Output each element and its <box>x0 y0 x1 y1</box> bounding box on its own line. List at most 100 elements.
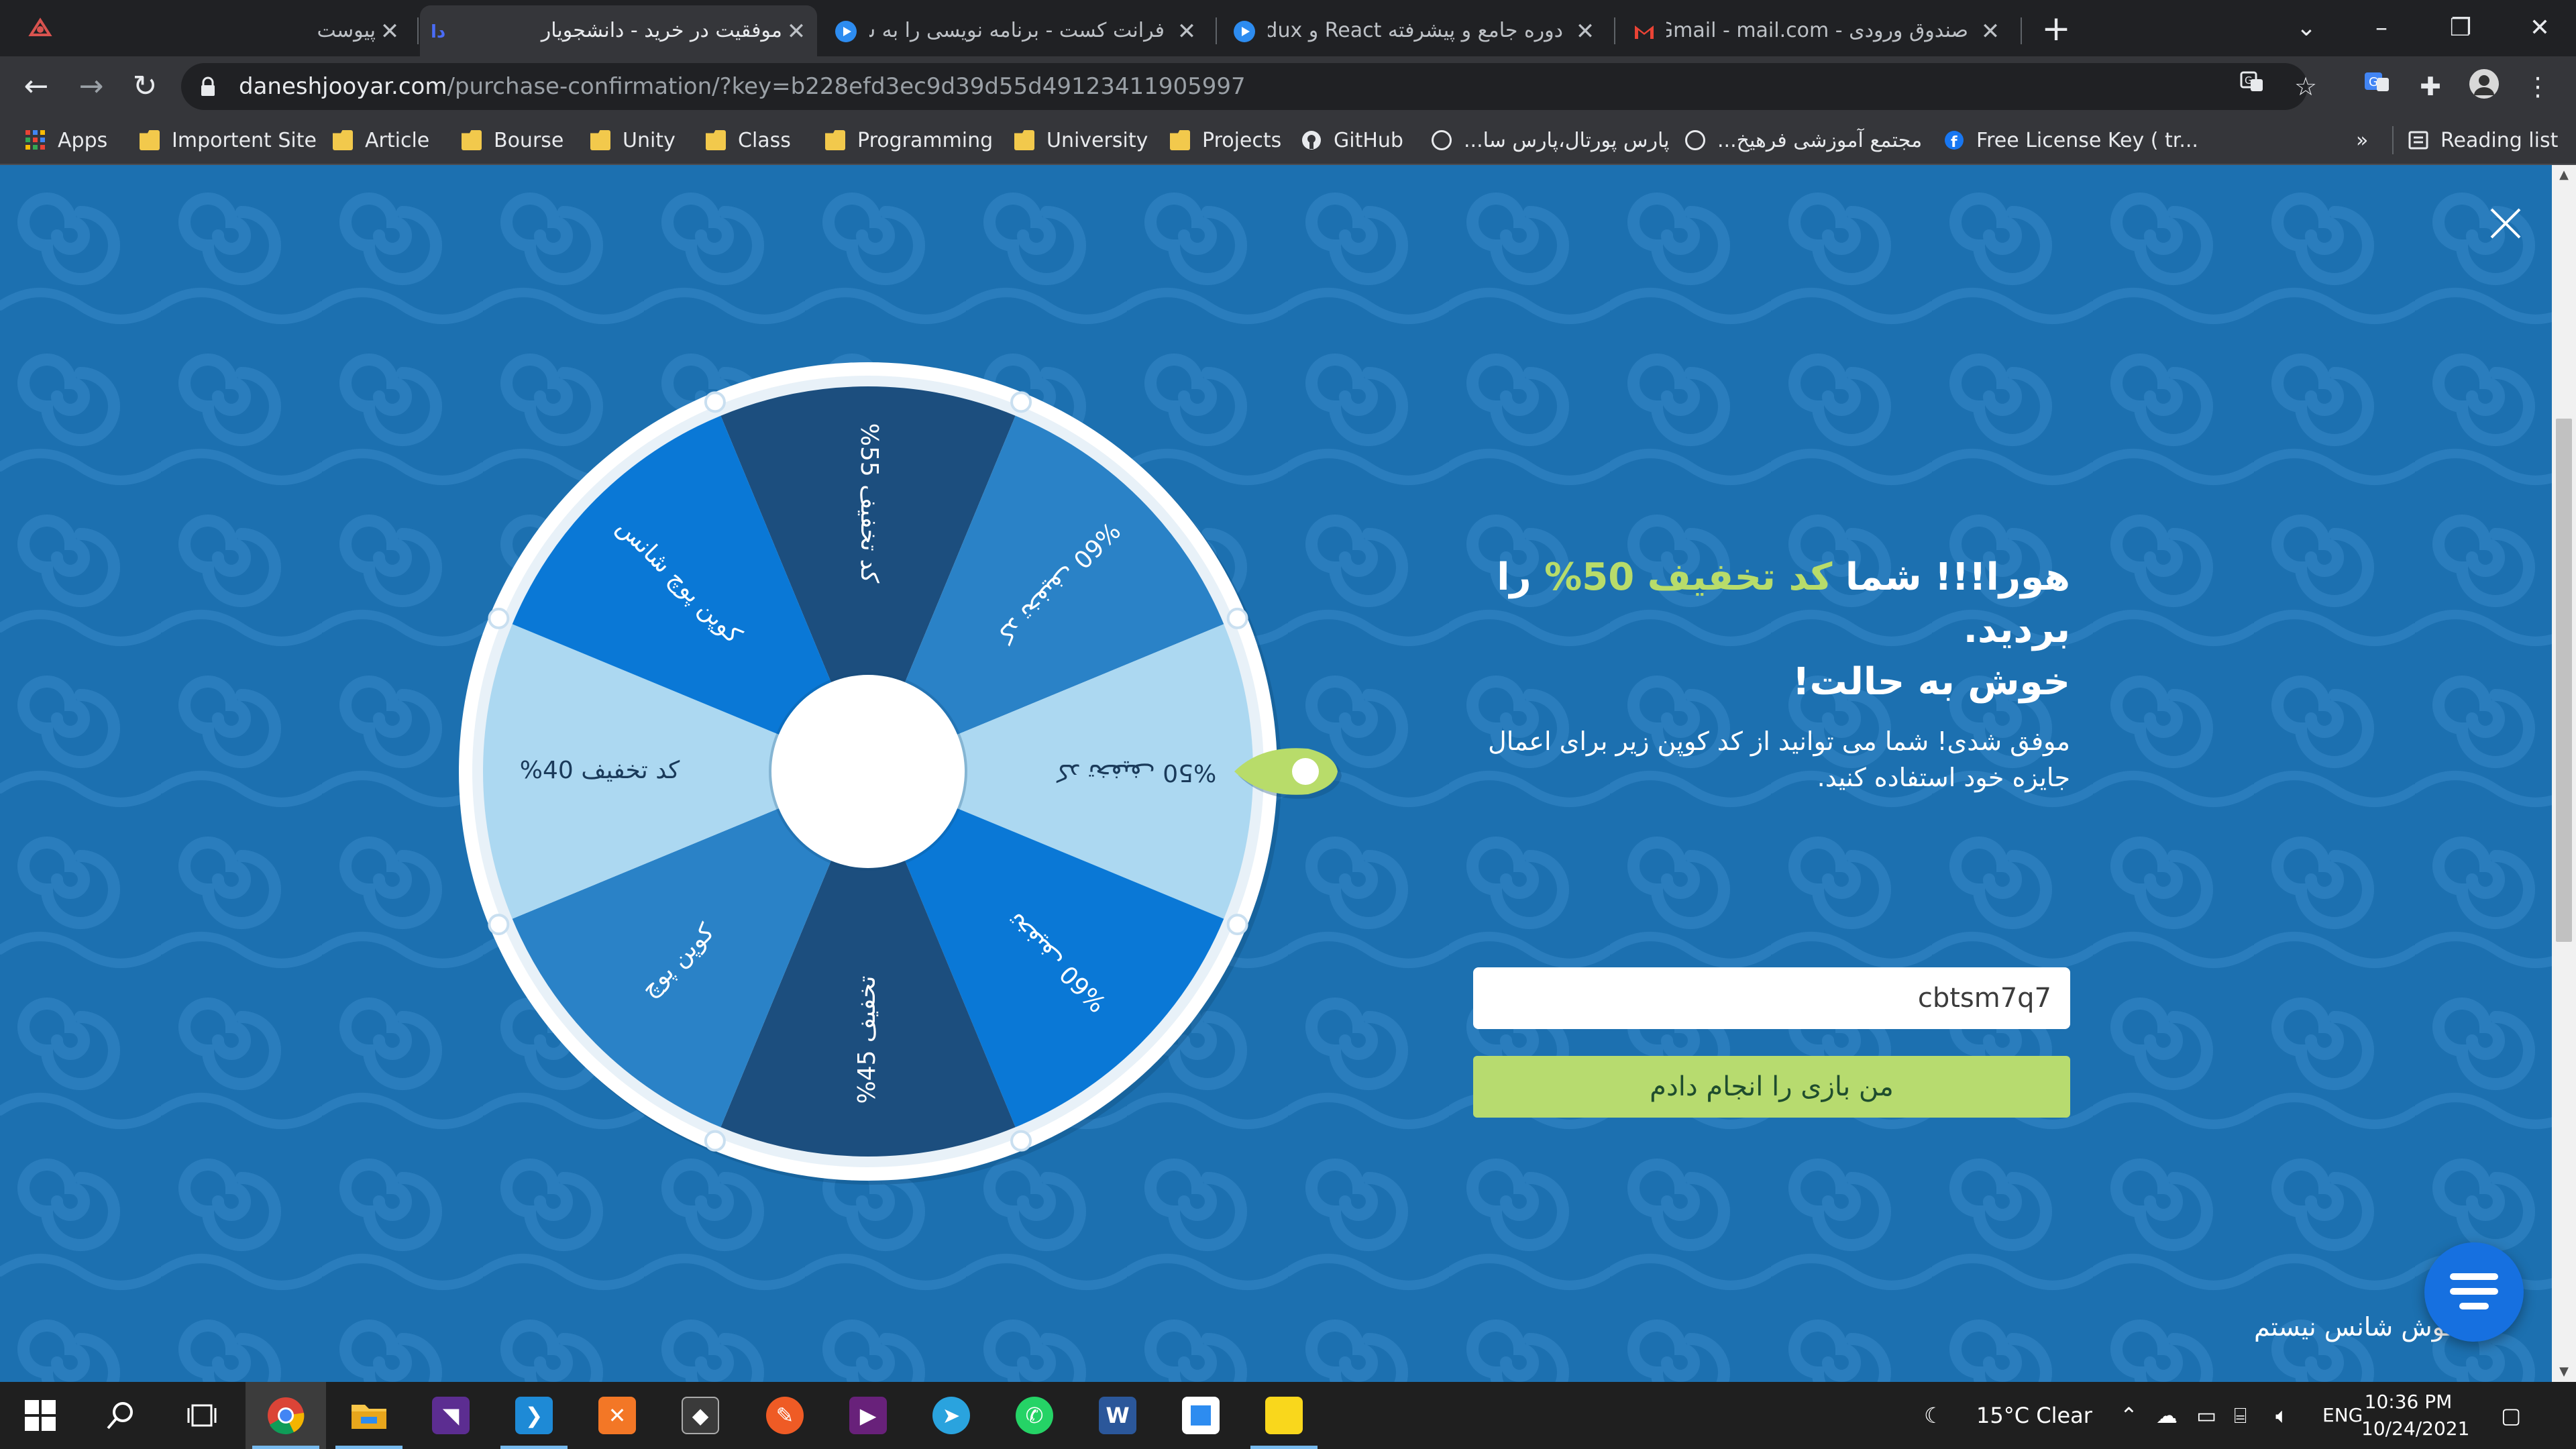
overflow-chevron-icon: » <box>2356 128 2369 152</box>
postman-icon: ✎ <box>766 1397 804 1434</box>
taskbar-whatsapp[interactable]: ✆ <box>994 1382 1075 1449</box>
lock-icon[interactable] <box>200 76 216 97</box>
close-tab-icon[interactable]: ✕ <box>378 20 401 43</box>
taskbar-xampp[interactable]: ✕ <box>577 1382 657 1449</box>
tab-separator <box>1216 17 1217 44</box>
profile-avatar[interactable] <box>2466 68 2502 105</box>
bookmarks-overflow-button[interactable]: » <box>2356 117 2368 164</box>
taskbar-visual-studio[interactable]: ◥ <box>411 1382 491 1449</box>
taskbar-chrome[interactable] <box>246 1382 326 1449</box>
bookmark-importent-site[interactable]: Importent Site <box>140 117 317 164</box>
new-tab-button[interactable]: + <box>2039 11 2073 46</box>
search-button[interactable] <box>80 1382 161 1449</box>
google-translate-extension-icon[interactable]: G <box>2359 68 2395 105</box>
taskbar-app-window[interactable] <box>1161 1382 1241 1449</box>
back-button[interactable]: ← <box>16 66 56 107</box>
notifications-icon[interactable]: ▢ <box>2501 1382 2521 1449</box>
bookmark-github[interactable]: GitHub <box>1301 117 1403 164</box>
taskbar-sticky-notes[interactable] <box>1244 1382 1324 1449</box>
not-lucky-link[interactable]: خوش شانس نیستم <box>2254 1312 2461 1342</box>
show-hidden-icons-chevron-icon[interactable]: ⌃ <box>2120 1382 2138 1449</box>
weather-moon-icon[interactable]: ☾ <box>1924 1382 1943 1449</box>
result-description: موفق شدی! شما می توانید از کد کوپن زیر ب… <box>1488 727 2070 792</box>
bookmark-star-icon[interactable]: ☆ <box>2288 68 2324 105</box>
tab-separator <box>417 17 419 44</box>
start-button[interactable] <box>0 1382 80 1449</box>
folder-icon <box>590 130 610 150</box>
tab-title: دوره جامع و پیشرفته React و Redux <box>1268 19 1563 42</box>
taskbar-word[interactable]: W <box>1077 1382 1158 1449</box>
weather-text[interactable]: 15°C Clear <box>1976 1382 2092 1449</box>
prize-highlight: کد تخفیف 50% <box>1544 555 1833 599</box>
restore-button[interactable]: ❐ <box>2440 8 2481 48</box>
played-game-button[interactable]: من بازی را انجام دادم <box>1473 1056 2070 1118</box>
bookmark-label: Reading list <box>2440 128 2559 152</box>
bookmark-apps[interactable]: Apps <box>25 117 107 164</box>
tab-search-chevron-icon[interactable]: ⌄ <box>2286 8 2326 48</box>
bookmark-article[interactable]: Article <box>333 117 429 164</box>
bookmark-projects[interactable]: Projects <box>1170 117 1281 164</box>
coupon-code-field[interactable]: cbtsm7q7 <box>1473 967 2070 1029</box>
taskbar-vscode[interactable]: ❯ <box>494 1382 574 1449</box>
bookmark-unity[interactable]: Unity <box>590 117 676 164</box>
bookmark-class[interactable]: Class <box>706 117 791 164</box>
tab-peyvast[interactable]: پیوست ✕ <box>295 5 409 56</box>
bookmark-free-license-key[interactable]: f Free License Key ( tr... <box>1944 117 2198 164</box>
close-tab-icon[interactable]: ✕ <box>785 20 808 43</box>
unity-icon: ◆ <box>682 1397 719 1434</box>
chat-widget-button[interactable] <box>2424 1242 2524 1342</box>
scroll-down-arrow-icon[interactable]: ▼ <box>2552 1362 2576 1382</box>
clock-date: 10/24/2021 <box>2361 1417 2470 1440</box>
battery-icon[interactable]: ▭ <box>2196 1382 2216 1449</box>
wheel-peg <box>1226 914 1248 936</box>
taskbar-unity-hub[interactable]: ◆ <box>660 1382 741 1449</box>
tab-title: فرانت کست - برنامه نویسی را به سا <box>869 19 1165 42</box>
close-window-button[interactable]: ✕ <box>2520 8 2560 48</box>
clock-time: 10:36 PM <box>2364 1391 2453 1413</box>
bookmark-label: Bourse <box>494 128 564 152</box>
task-view-button[interactable] <box>161 1382 241 1449</box>
onedrive-cloud-icon[interactable]: ☁ <box>2156 1382 2178 1449</box>
reading-list-button[interactable]: Reading list <box>2408 117 2558 164</box>
tab-react-redux[interactable]: دوره جامع و پیشرفته React و Redux ✕ <box>1221 5 1610 56</box>
page-scrollbar[interactable]: ▲ ▼ <box>2552 165 2576 1382</box>
bookmark-university[interactable]: University <box>1014 117 1148 164</box>
volume-icon[interactable]: 🔈︎ <box>2275 1382 2288 1449</box>
translate-icon[interactable]: G <box>2234 68 2270 105</box>
scroll-up-arrow-icon[interactable]: ▲ <box>2552 165 2576 185</box>
bookmark-programming[interactable]: Programming <box>825 117 993 164</box>
taskbar-file-explorer[interactable] <box>329 1382 409 1449</box>
close-tab-icon[interactable]: ✕ <box>1574 20 1597 43</box>
scrollbar-thumb[interactable] <box>2556 419 2572 942</box>
bookmark-farhikhtegan[interactable]: مجتمع آموزشی فرهیخ... <box>1685 117 1922 164</box>
tab-purchase-success[interactable]: دا موفقیت در خرید - دانشجویار ✕ <box>420 5 817 56</box>
language-indicator[interactable]: ENG <box>2322 1382 2363 1449</box>
reload-button[interactable]: ↻ <box>125 66 165 107</box>
address-bar[interactable]: daneshjooyar.com/purchase-confirmation/?… <box>181 63 2317 110</box>
more-menu-icon[interactable]: ⋮ <box>2520 68 2556 105</box>
bookmark-label: GitHub <box>1334 128 1403 152</box>
system-clock[interactable]: 10:36 PM 10/24/2021 <box>2361 1389 2470 1442</box>
prize-wheel[interactable]: کد تخفیف 55% کد تخفیف 60%کد تخفیف 50%تخفی… <box>443 353 1395 1238</box>
wheel-segment-label: کد تخفیف 55% <box>855 423 883 584</box>
wheel-hub <box>771 675 965 868</box>
forward-button[interactable]: → <box>71 66 111 107</box>
bookmark-bourse[interactable]: Bourse <box>462 117 564 164</box>
close-popup-button[interactable] <box>2482 200 2529 247</box>
taskbar-visual-studio-preview[interactable]: ▶ <box>828 1382 908 1449</box>
minimize-button[interactable]: – <box>2361 8 2402 48</box>
tab-gmail[interactable]: صندوق ورودی - Gmail - mail.com ✕ <box>1619 5 2015 56</box>
extensions-puzzle-icon[interactable]: ✚ <box>2412 68 2449 105</box>
url-text[interactable]: daneshjooyar.com/purchase-confirmation/?… <box>239 63 1246 110</box>
close-tab-icon[interactable]: ✕ <box>1979 20 2002 43</box>
visual-studio-preview-icon: ▶ <box>849 1397 887 1434</box>
taskbar-postman[interactable]: ✎ <box>745 1382 825 1449</box>
wheel-peg <box>1010 391 1032 413</box>
bookmark-label: Free License Key ( tr... <box>1976 128 2198 152</box>
taskbar-telegram[interactable]: ➤ <box>911 1382 991 1449</box>
wheel-peg <box>704 391 726 413</box>
close-tab-icon[interactable]: ✕ <box>1175 20 1198 43</box>
network-icon[interactable]: ⌸ <box>2234 1382 2247 1449</box>
tab-frontcast[interactable]: فرانت کست - برنامه نویسی را به سا ✕ <box>822 5 1212 56</box>
bookmark-pars-portal[interactable]: پارس پورتال،پارس سا... <box>1432 117 1669 164</box>
